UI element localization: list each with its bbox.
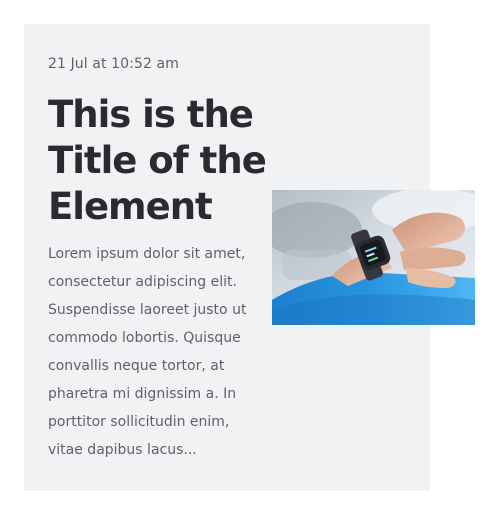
post-date: 21 Jul at 10:52 am	[48, 56, 179, 72]
post-excerpt: Lorem ipsum dolor sit amet, consectetur …	[48, 246, 247, 458]
smartwatch-photo	[272, 190, 475, 325]
post-thumbnail[interactable]	[272, 190, 475, 325]
post-title[interactable]: This is the Title of the Element	[48, 92, 268, 230]
